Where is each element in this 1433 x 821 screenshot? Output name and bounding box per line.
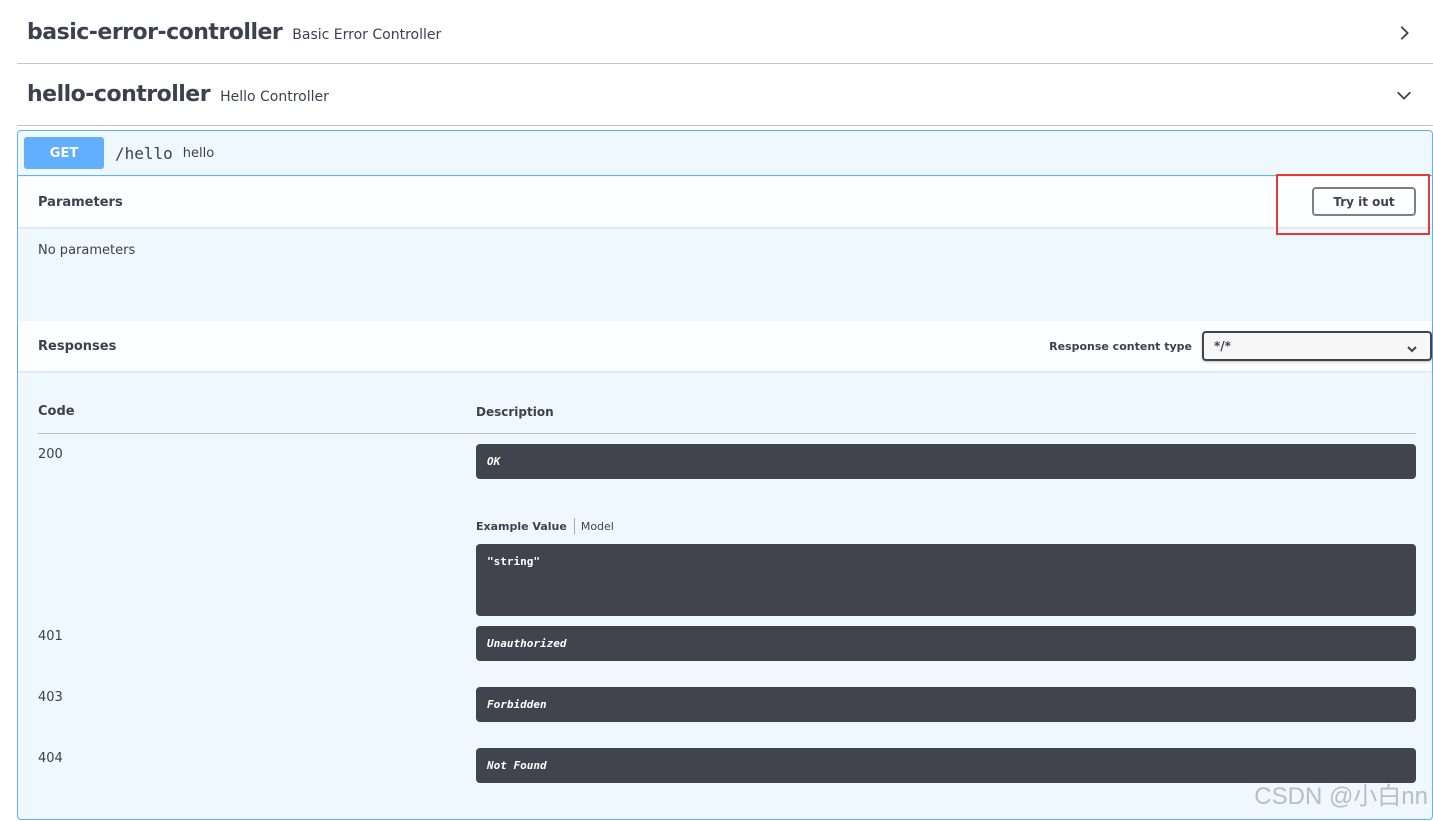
response-content-type-value: */*: [1214, 339, 1231, 353]
tag-description: Basic Error Controller: [292, 26, 442, 43]
example-value-box: "string": [476, 544, 1416, 616]
watermark: CSDN @小白nn: [1254, 783, 1428, 810]
response-code: 200: [38, 447, 63, 462]
response-code: 401: [38, 629, 63, 644]
example-value-text: "string": [487, 555, 540, 568]
tag-title: hello-controller: [27, 82, 211, 107]
response-description: Unauthorized: [476, 626, 1416, 661]
tab-model[interactable]: Model: [575, 520, 614, 533]
highlight-annotation: [1276, 174, 1430, 235]
response-content-type-select[interactable]: */*: [1202, 331, 1432, 361]
response-description-text: Unauthorized: [487, 637, 567, 650]
parameters-header: Parameters Try it out: [18, 177, 1432, 227]
response-description-text: Not Found: [487, 759, 547, 772]
chevron-right-icon[interactable]: [1395, 24, 1413, 42]
tag-basic-error-controller[interactable]: basic-error-controller Basic Error Contr…: [17, 2, 1433, 64]
operation-summary: hello: [182, 146, 215, 161]
parameters-title: Parameters: [38, 194, 123, 210]
responses-title: Responses: [38, 338, 117, 354]
tag-description: Hello Controller: [220, 88, 329, 105]
response-description: Forbidden: [476, 687, 1416, 722]
response-description: OK: [476, 444, 1416, 479]
chevron-down-icon[interactable]: [1395, 86, 1413, 104]
tag-hello-controller[interactable]: hello-controller Hello Controller: [17, 64, 1433, 126]
tag-title: basic-error-controller: [27, 20, 283, 45]
no-parameters-text: No parameters: [38, 243, 136, 258]
chevron-down-icon: [1406, 340, 1418, 353]
opblock-summary[interactable]: GET /hello hello: [18, 131, 1432, 176]
operation-path: /hello: [115, 143, 173, 163]
response-description-text: OK: [487, 455, 501, 468]
response-content-type-label: Response content type: [1049, 340, 1192, 353]
response-code: 403: [38, 690, 63, 705]
column-header-code: Code: [38, 404, 75, 419]
swagger-ui: basic-error-controller Basic Error Contr…: [17, 0, 1433, 821]
method-badge: GET: [24, 137, 104, 169]
opblock-get-hello: GET /hello hello Parameters Try it out N…: [17, 130, 1433, 820]
example-tabs: Example Value Model: [476, 518, 614, 534]
response-description-text: Forbidden: [487, 698, 547, 711]
tab-example-value[interactable]: Example Value: [476, 520, 574, 533]
table-divider: [38, 433, 1416, 434]
responses-header: Responses Response content type */*: [18, 321, 1432, 371]
column-header-description: Description: [476, 405, 554, 419]
response-code: 404: [38, 751, 63, 766]
